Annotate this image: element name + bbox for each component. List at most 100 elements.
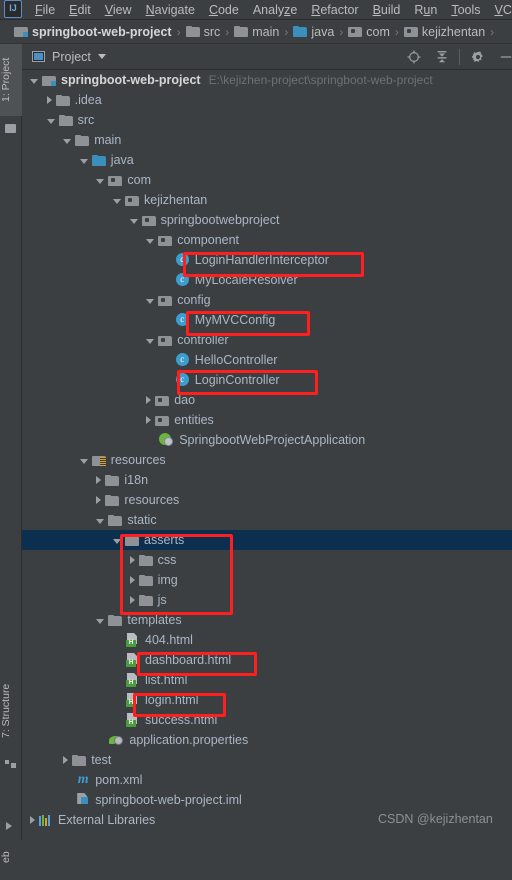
tree-row[interactable]: login.html bbox=[22, 690, 512, 710]
tree-row[interactable]: resources bbox=[22, 490, 512, 510]
tree-row[interactable]: kejizhentan bbox=[22, 190, 512, 210]
tree-row[interactable]: i18n bbox=[22, 470, 512, 490]
tree-row[interactable]: LoginController bbox=[22, 370, 512, 390]
tool-window-tab-structure[interactable]: 7: Structure bbox=[0, 674, 22, 748]
chevron-right-icon[interactable] bbox=[96, 476, 101, 484]
chevron-right-icon[interactable] bbox=[47, 96, 52, 104]
tree-row[interactable]: java bbox=[22, 150, 512, 170]
chevron-down-icon[interactable] bbox=[96, 519, 104, 524]
chevron-down-icon[interactable] bbox=[113, 199, 121, 204]
menu-item-code[interactable]: Code bbox=[202, 3, 246, 19]
tree-row[interactable]: SpringbootWebProjectApplication bbox=[22, 430, 512, 450]
chevron-down-icon[interactable] bbox=[130, 219, 138, 224]
tree-row[interactable]: springboot-web-project.iml bbox=[22, 790, 512, 810]
project-tree[interactable]: springboot-web-projectE:\kejizhen-projec… bbox=[22, 70, 512, 840]
breadcrumb-label: springboot-web-project bbox=[32, 25, 172, 39]
tree-row[interactable]: pom.xml bbox=[22, 770, 512, 790]
tree-row[interactable]: component bbox=[22, 230, 512, 250]
breadcrumb-item-java[interactable]: java bbox=[293, 25, 334, 39]
tree-row-label: application.properties bbox=[129, 733, 248, 747]
menu-item-view[interactable]: View bbox=[98, 3, 139, 19]
chevron-right-icon[interactable] bbox=[146, 416, 151, 424]
menu-item-run[interactable]: Run bbox=[407, 3, 444, 19]
tree-row[interactable]: controller bbox=[22, 330, 512, 350]
gear-icon[interactable] bbox=[471, 50, 485, 64]
chevron-right-icon[interactable] bbox=[146, 396, 151, 404]
folder-icon bbox=[75, 135, 89, 146]
breadcrumb-item-com[interactable]: com bbox=[348, 25, 390, 39]
folder-icon bbox=[125, 535, 139, 546]
tree-row[interactable]: img bbox=[22, 570, 512, 590]
tree-row[interactable]: main bbox=[22, 130, 512, 150]
chevron-down-icon[interactable] bbox=[80, 159, 88, 164]
chevron-down-icon[interactable] bbox=[98, 54, 106, 59]
chevron-down-icon[interactable] bbox=[80, 459, 88, 464]
tree-row[interactable]: test bbox=[22, 750, 512, 770]
tree-row[interactable]: springbootwebproject bbox=[22, 210, 512, 230]
chevron-right-icon[interactable] bbox=[30, 816, 35, 824]
chevron-down-icon[interactable] bbox=[47, 119, 55, 124]
tree-row[interactable]: asserts bbox=[22, 530, 512, 550]
breadcrumb-separator: › bbox=[177, 25, 181, 39]
breadcrumb-item-project[interactable]: springboot-web-project bbox=[14, 25, 172, 39]
breadcrumb-item-main[interactable]: main bbox=[234, 25, 279, 39]
chevron-down-icon[interactable] bbox=[146, 239, 154, 244]
tree-row[interactable]: .idea bbox=[22, 90, 512, 110]
tree-row[interactable]: 404.html bbox=[22, 630, 512, 650]
chevron-down-icon[interactable] bbox=[96, 619, 104, 624]
tree-row[interactable]: success.html bbox=[22, 710, 512, 730]
tool-window-tab-web[interactable]: eb bbox=[0, 834, 22, 880]
menu-item-build[interactable]: Build bbox=[366, 3, 408, 19]
tree-row[interactable]: springboot-web-projectE:\kejizhen-projec… bbox=[22, 70, 512, 90]
tree-row-label: list.html bbox=[145, 673, 187, 687]
chevron-right-icon[interactable] bbox=[130, 576, 135, 584]
locate-file-icon[interactable] bbox=[407, 50, 421, 64]
breadcrumb-label: java bbox=[311, 25, 334, 39]
menu-item-edit[interactable]: Edit bbox=[62, 3, 98, 19]
tree-row[interactable]: src bbox=[22, 110, 512, 130]
tree-row[interactable]: entities bbox=[22, 410, 512, 430]
menu-item-file[interactable]: FFileile bbox=[28, 3, 62, 19]
breadcrumb-item-src[interactable]: src bbox=[186, 25, 221, 39]
chevron-down-icon[interactable] bbox=[146, 339, 154, 344]
chevron-down-icon[interactable] bbox=[63, 139, 71, 144]
chevron-down-icon[interactable] bbox=[146, 299, 154, 304]
tree-row[interactable]: resources bbox=[22, 450, 512, 470]
tree-row[interactable]: config bbox=[22, 290, 512, 310]
tree-row[interactable]: css bbox=[22, 550, 512, 570]
menu-item-navigate[interactable]: Navigate bbox=[139, 3, 202, 19]
menu-item-analyze[interactable]: Analyze bbox=[246, 3, 304, 19]
breadcrumb-item-kejizhentan[interactable]: kejizhentan bbox=[404, 25, 485, 39]
tree-row[interactable]: js bbox=[22, 590, 512, 610]
project-folder-icon bbox=[5, 124, 16, 133]
chevron-right-icon[interactable] bbox=[63, 756, 68, 764]
chevron-down-icon[interactable] bbox=[30, 79, 38, 84]
tree-row[interactable]: LoginHandlerInterceptor bbox=[22, 250, 512, 270]
spring-boot-icon bbox=[159, 433, 174, 447]
tree-row[interactable]: static bbox=[22, 510, 512, 530]
tree-row[interactable]: HelloController bbox=[22, 350, 512, 370]
tree-row[interactable]: MyLocaleResolver bbox=[22, 270, 512, 290]
expand-arrow-icon[interactable] bbox=[6, 822, 12, 830]
tree-row[interactable]: dashboard.html bbox=[22, 650, 512, 670]
tool-window-tab-project[interactable]: 1: Project bbox=[0, 44, 22, 116]
tree-row[interactable]: list.html bbox=[22, 670, 512, 690]
menu-item-refactor[interactable]: Refactor bbox=[304, 3, 365, 19]
menu-item-tools[interactable]: Tools bbox=[444, 3, 487, 19]
tree-row[interactable]: dao bbox=[22, 390, 512, 410]
chevron-right-icon[interactable] bbox=[130, 556, 135, 564]
tree-row[interactable]: application.properties bbox=[22, 730, 512, 750]
tree-row-label: com bbox=[127, 173, 151, 187]
chevron-right-icon[interactable] bbox=[130, 596, 135, 604]
tree-row[interactable]: templates bbox=[22, 610, 512, 630]
tree-row[interactable]: MyMVCConfig bbox=[22, 310, 512, 330]
chevron-down-icon[interactable] bbox=[96, 179, 104, 184]
package-folder-icon bbox=[404, 26, 418, 37]
hide-panel-icon[interactable] bbox=[499, 50, 512, 64]
folder-icon bbox=[108, 615, 122, 626]
chevron-right-icon[interactable] bbox=[96, 496, 101, 504]
chevron-down-icon[interactable] bbox=[113, 539, 121, 544]
tree-row[interactable]: com bbox=[22, 170, 512, 190]
menu-item-vcs[interactable]: VCS bbox=[488, 3, 512, 19]
collapse-all-icon[interactable] bbox=[435, 50, 449, 64]
